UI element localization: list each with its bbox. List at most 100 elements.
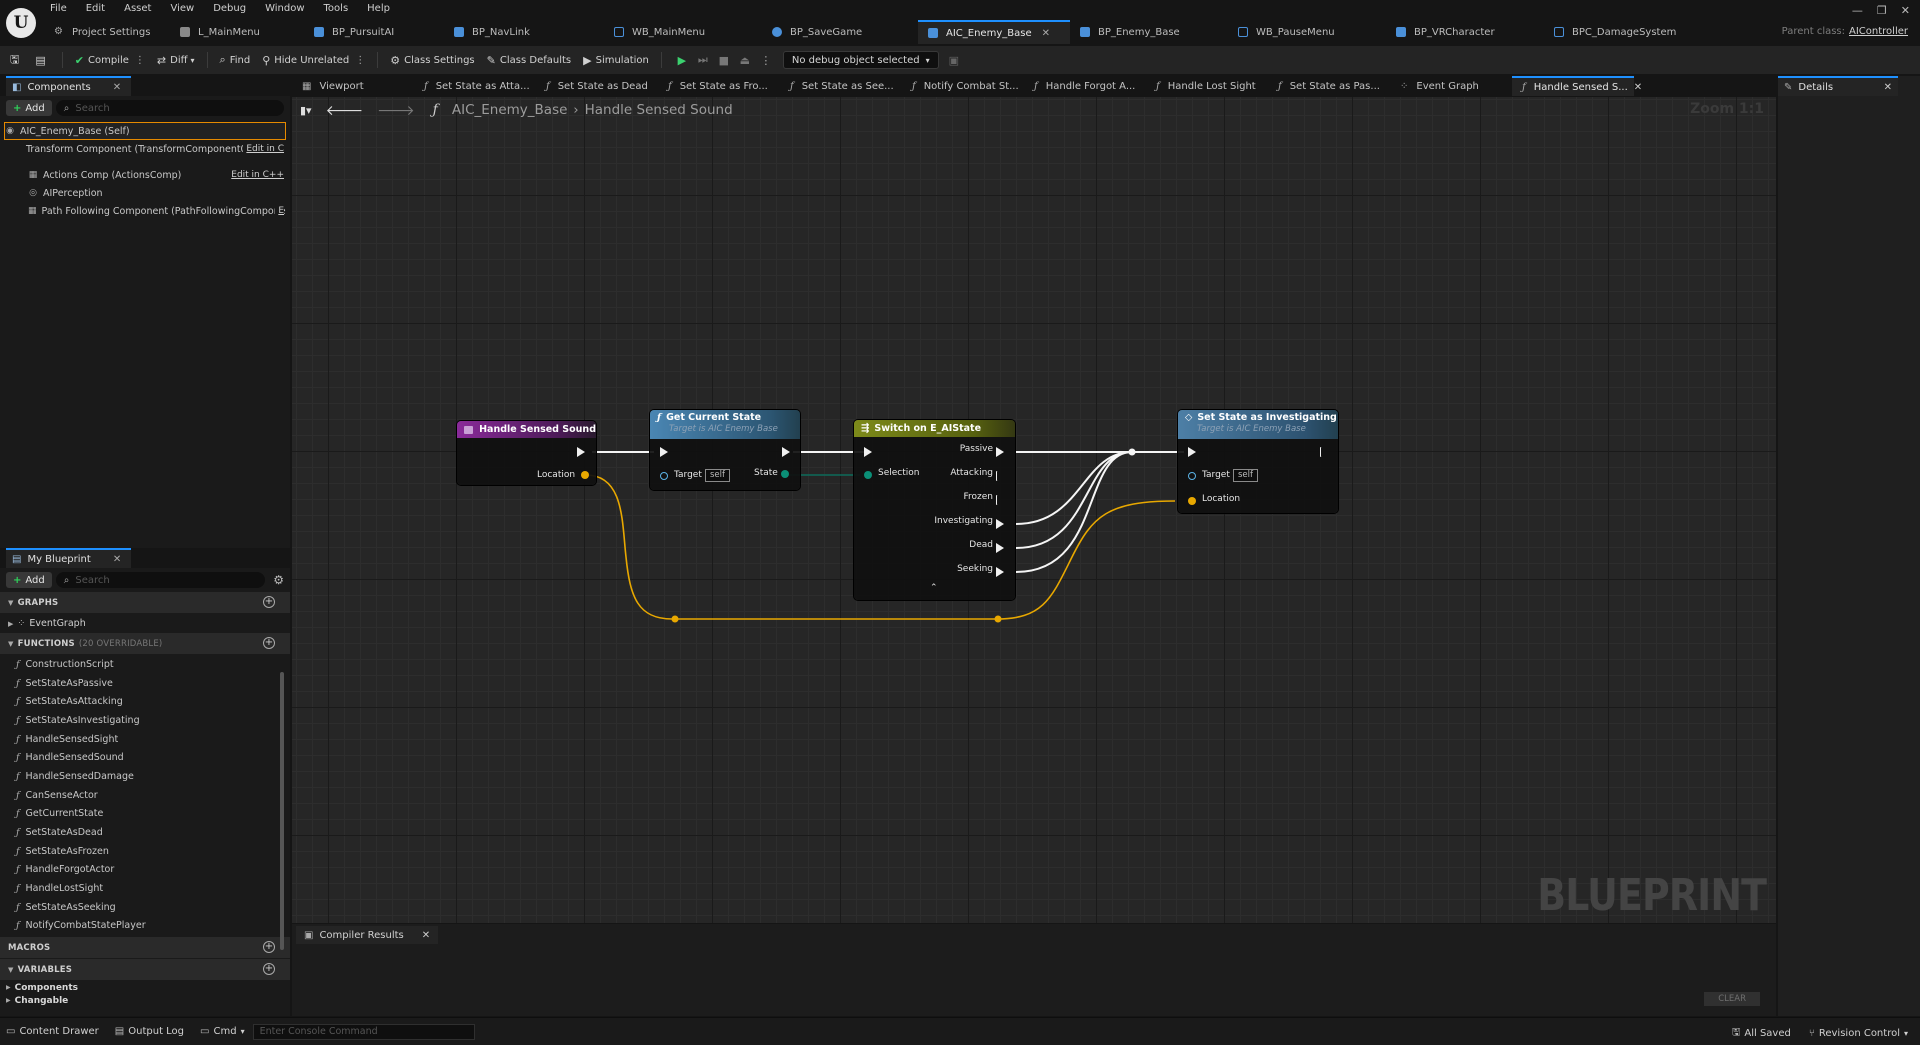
exec-out-pin-frozen[interactable] [996,495,1004,505]
tab-function[interactable]: ƒ Handle Forgot A... [1024,76,1146,96]
menu-debug[interactable]: Debug [213,2,246,16]
section-macros[interactable]: MACROS + [0,937,290,959]
tab-function[interactable]: ƒ Handle Lost Sight [1146,76,1268,96]
target-in-pin[interactable] [1188,472,1196,480]
add-function-icon[interactable]: + [263,637,275,649]
exec-out-pin[interactable] [577,447,585,457]
component-self[interactable]: ◉ AIC_Enemy_Base (Self) [4,122,286,140]
tab-function[interactable]: ƒ Set State as Atta... [414,76,536,96]
tab-event-graph[interactable]: ⁘ Event Graph [1390,76,1512,96]
tab-components[interactable]: ◧ Components ✕ [6,76,132,96]
function-item[interactable]: ƒ SetStateAsSeeking [0,898,290,917]
tab-function[interactable]: ƒ Set State as See... [780,76,902,96]
close-icon[interactable]: ✕ [1884,82,1892,93]
component-transform[interactable]: Transform Component (TransformComponent0… [4,140,286,158]
tab-function[interactable]: ƒ Notify Combat St... [902,76,1024,96]
function-item[interactable]: ƒ CanSenseActor [0,786,290,805]
more-icon[interactable]: ⋮ [758,52,774,68]
function-item[interactable]: ƒ HandleForgotActor [0,861,290,880]
browse-button[interactable]: ▤ [35,54,49,67]
menu-view[interactable]: View [170,2,194,16]
clear-button[interactable]: CLEAR [1704,992,1760,1006]
close-icon[interactable]: ✕ [1634,82,1642,93]
tab-viewport[interactable]: ▦ Viewport [292,76,414,96]
console-command-input[interactable]: Enter Console Command [252,1023,475,1040]
component-path-following[interactable]: ▦ Path Following Component (PathFollowing… [4,202,286,220]
graph-item-eventgraph[interactable]: ▶ ⁘ EventGraph [0,614,290,633]
location-in-pin[interactable] [1188,497,1196,505]
function-item[interactable]: ƒ HandleSensedDamage [0,767,290,786]
unreal-logo-icon[interactable]: U [6,8,36,38]
add-member-button[interactable]: + Add [6,572,52,588]
exec-out-pin-investigating[interactable] [996,519,1004,529]
component-actions-comp[interactable]: ▦ Actions Comp (ActionsComp) Edit in C++ [4,166,286,184]
revision-control-button[interactable]: ⑂ Revision Control ▾ [1809,1025,1908,1042]
scrollbar[interactable] [280,672,284,950]
stop-button[interactable]: ■ [716,52,732,68]
edit-in-cpp-link[interactable]: Edit in C++ [228,170,284,180]
collapse-arrow-icon[interactable]: ⌃ [930,583,938,593]
set-state-investigating-node[interactable]: ◇ Set State as Investigating Target is AIC… [1178,410,1338,513]
eject-button[interactable]: ⏏ [737,52,753,68]
close-window-icon[interactable]: ✕ [1901,4,1910,17]
function-item[interactable]: ƒ SetStateAsPassive [0,674,290,693]
close-icon[interactable]: ✕ [113,554,121,565]
menu-edit[interactable]: Edit [86,2,105,16]
function-item[interactable]: ƒ NotifyCombatStatePlayer [0,917,290,936]
add-graph-icon[interactable]: + [263,596,275,608]
component-aiperception[interactable]: ◎ AIPerception [4,184,286,202]
function-item[interactable]: ƒ GetCurrentState [0,805,290,824]
close-icon[interactable]: ✕ [1042,28,1050,39]
section-variables[interactable]: ▼ VARIABLES + [0,959,290,981]
tab-function[interactable]: ƒ Set State as Fro... [658,76,780,96]
my-blueprint-search-input[interactable]: ⌕ Search [55,572,266,588]
restore-icon[interactable]: ❐ [1877,4,1887,17]
more-icon[interactable]: ⋮ [135,55,145,66]
entry-node[interactable]: Handle Sensed Sound Location [457,421,596,485]
function-item[interactable]: ƒ HandleLostSight [0,879,290,898]
exec-out-pin[interactable] [782,447,790,457]
diff-button[interactable]: ⇄ Diff ▾ [157,54,195,67]
tab-bp-savegame[interactable]: BP_SaveGame [762,20,918,44]
tab-project-settings[interactable]: ⚙ Project Settings [44,20,170,44]
function-item[interactable]: ƒ HandleSensedSound [0,748,290,767]
function-item[interactable]: ƒ SetStateAsAttacking [0,692,290,711]
variable-group[interactable]: ▶ Changable [0,994,290,1007]
variable-group[interactable]: ▶ Components [0,981,290,994]
function-item[interactable]: ƒ SetStateAsFrozen [0,842,290,861]
class-defaults-button[interactable]: ✎ Class Defaults [487,54,571,67]
save-button[interactable]: 🖫 [10,51,23,70]
exec-out-pin-seeking[interactable] [996,567,1004,577]
compile-button[interactable]: ✔ Compile ⋮ [75,54,145,67]
output-log-button[interactable]: ▤ Output Log [115,1026,184,1037]
class-settings-button[interactable]: ⚙ Class Settings [390,54,474,67]
section-graphs[interactable]: ▼ GRAPHS + [0,592,290,613]
cmd-dropdown[interactable]: ▭ Cmd ▾ [200,1026,245,1037]
self-value-box[interactable]: self [1233,469,1259,482]
menu-file[interactable]: File [50,2,67,16]
tab-bp-enemy-base[interactable]: BP_Enemy_Base [1070,20,1228,44]
function-item[interactable]: ƒ ConstructionScript [0,655,290,674]
edit-in-cpp-link[interactable]: Edit in C [243,144,284,154]
tab-function[interactable]: ƒ Set State as Dead [536,76,658,96]
selection-in-pin[interactable] [864,471,872,479]
exec-out-pin[interactable] [1320,447,1328,457]
get-current-state-node[interactable]: ƒ Get Current State Target is AIC Enemy Ba… [650,410,800,490]
exec-in-pin[interactable] [660,447,668,457]
all-saved-button[interactable]: 🖫 All Saved [1732,1025,1791,1042]
content-drawer-button[interactable]: ▭ Content Drawer [6,1026,99,1037]
menu-help[interactable]: Help [367,2,390,16]
exec-out-pin-attacking[interactable] [996,471,1004,481]
add-component-button[interactable]: + Add [6,100,52,116]
function-item[interactable]: ƒ SetStateAsDead [0,823,290,842]
simulation-button[interactable]: ▶ Simulation [583,54,649,67]
tab-bp-pursuitai[interactable]: BP_PursuitAI [304,20,444,44]
edit-in-cpp-link[interactable]: E [275,206,284,216]
function-item[interactable]: ƒ SetStateAsInvestigating [0,711,290,730]
close-icon[interactable]: ✕ [422,930,430,941]
exec-in-pin[interactable] [864,447,872,457]
switch-node[interactable]: ⇶ Switch on E_AIState Selection Passive A… [854,420,1015,600]
find-button[interactable]: ⌕ Find [220,53,251,67]
tab-handle-sensed-sound[interactable]: ƒ Handle Sensed S... ✕ [1512,76,1642,96]
step-button[interactable]: ⏭ [695,52,711,68]
